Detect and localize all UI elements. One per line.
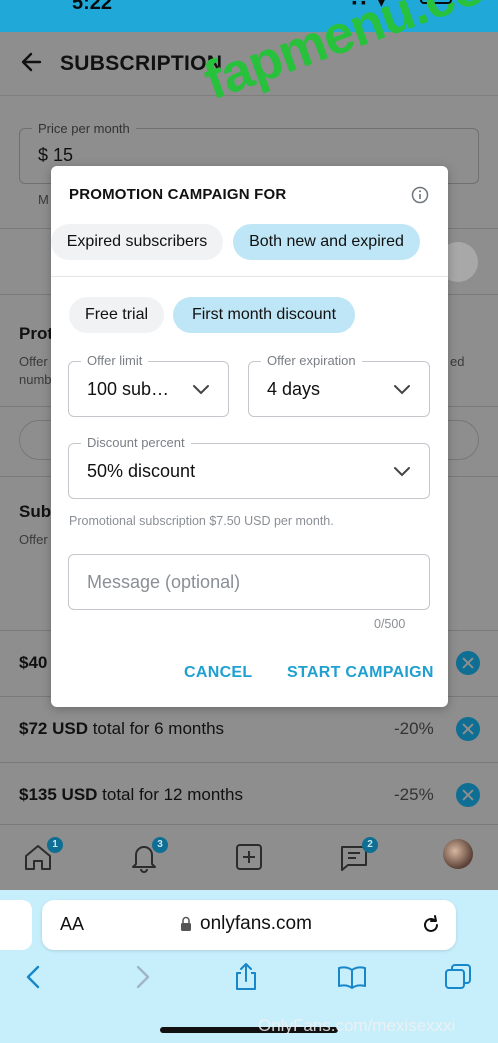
forward-icon[interactable] bbox=[127, 962, 157, 992]
status-bar: 5:22 ▪▪ ▾ bbox=[0, 0, 498, 32]
home-indicator bbox=[160, 1027, 338, 1033]
url-text: onlyfans.com bbox=[200, 913, 312, 934]
bundle-label: $135 USD total for 12 months bbox=[19, 785, 243, 805]
tabs-icon[interactable] bbox=[443, 962, 473, 992]
bg-text-fragment: numb bbox=[19, 372, 52, 387]
field-value: 4 days bbox=[267, 379, 321, 399]
page-title: SUBSCRIPTION bbox=[60, 52, 223, 75]
back-icon[interactable] bbox=[19, 962, 49, 992]
previous-tab[interactable] bbox=[0, 900, 32, 950]
chip-expired-subscribers[interactable]: Expired subscribers bbox=[51, 224, 223, 260]
bundle-desc: total for 6 months bbox=[87, 719, 225, 738]
divider bbox=[51, 276, 448, 277]
remove-bundle-icon[interactable] bbox=[456, 783, 480, 807]
promotion-campaign-dialog: PROMOTION CAMPAIGN FOR Expired subscribe… bbox=[51, 166, 448, 707]
bundle-price: $40 bbox=[19, 653, 48, 672]
message-placeholder: Message (optional) bbox=[87, 572, 241, 592]
info-icon[interactable] bbox=[411, 186, 429, 204]
field-label: Offer expiration bbox=[261, 353, 362, 368]
offer-expiration-select[interactable]: Offer expiration 4 days bbox=[248, 353, 430, 417]
status-time: 5:22 bbox=[72, 0, 113, 14]
share-icon[interactable] bbox=[231, 962, 261, 992]
battery-icon bbox=[420, 0, 452, 4]
bg-text-fragment: Sub bbox=[19, 502, 52, 521]
chevron-down-icon bbox=[394, 467, 410, 477]
promo-price-helper: Promotional subscription $7.50 USD per m… bbox=[69, 514, 334, 528]
bg-text-fragment: Offer bbox=[19, 532, 48, 547]
bookmarks-icon[interactable] bbox=[337, 962, 367, 992]
bundle-label: $72 USD total for 6 months bbox=[19, 719, 224, 739]
bg-text-fragment: Offer bbox=[19, 354, 48, 369]
price-value: $ 15 bbox=[38, 145, 74, 165]
chip-both-new-and-expired[interactable]: Both new and expired bbox=[233, 224, 420, 260]
field-value: 100 sub… bbox=[87, 379, 170, 399]
add-post-icon[interactable] bbox=[233, 841, 265, 873]
bundle-price: $135 USD bbox=[19, 785, 98, 804]
signal-wifi-icon: ▪▪ ▾ bbox=[352, 0, 389, 10]
back-arrow-icon[interactable] bbox=[18, 48, 46, 76]
bg-text-fragment: ed bbox=[450, 354, 465, 369]
lock-icon bbox=[181, 916, 191, 931]
bundle-row: $135 USD total for 12 months -25% bbox=[0, 762, 498, 828]
reader-aa-button[interactable]: AA bbox=[60, 914, 84, 935]
chevron-down-icon bbox=[394, 385, 410, 395]
bundle-discount: -25% bbox=[394, 785, 434, 804]
bg-text-fragment: Prot bbox=[19, 324, 53, 343]
reload-icon[interactable] bbox=[420, 914, 442, 936]
chevron-down-icon bbox=[193, 385, 209, 395]
messages-badge: 2 bbox=[362, 837, 378, 853]
chip-free-trial[interactable]: Free trial bbox=[69, 297, 164, 333]
avatar[interactable] bbox=[443, 839, 473, 869]
chip-first-month-discount[interactable]: First month discount bbox=[173, 297, 355, 333]
price-label: Price per month bbox=[32, 121, 136, 136]
remove-bundle-icon[interactable] bbox=[456, 717, 480, 741]
bg-text-fragment: M bbox=[38, 192, 49, 207]
field-label: Discount percent bbox=[81, 435, 191, 450]
offer-limit-select[interactable]: Offer limit 100 sub… bbox=[68, 353, 229, 417]
cancel-button[interactable]: CANCEL bbox=[184, 664, 252, 682]
remove-bundle-icon[interactable] bbox=[456, 651, 480, 675]
address-bar[interactable]: AA onlyfans.com bbox=[42, 900, 456, 950]
discount-percent-select[interactable]: Discount percent 50% discount bbox=[68, 435, 430, 499]
dialog-title: PROMOTION CAMPAIGN FOR bbox=[69, 186, 287, 203]
field-value: 50% discount bbox=[87, 461, 196, 481]
bundle-discount: -20% bbox=[394, 719, 434, 738]
app-header: SUBSCRIPTION bbox=[0, 32, 498, 96]
message-input[interactable]: Message (optional) bbox=[68, 554, 430, 610]
char-counter: 0/500 bbox=[374, 617, 406, 631]
browser-toolbar: AA onlyfans.com bbox=[0, 890, 498, 1043]
notifications-badge: 3 bbox=[152, 837, 168, 853]
field-label: Offer limit bbox=[81, 353, 149, 368]
bundle-price: $72 USD bbox=[19, 719, 88, 738]
start-campaign-button[interactable]: START CAMPAIGN bbox=[287, 664, 434, 682]
app-bottom-nav: 1 3 2 bbox=[0, 824, 498, 890]
bundle-desc: total for 12 months bbox=[97, 785, 243, 804]
home-badge: 1 bbox=[47, 837, 63, 853]
